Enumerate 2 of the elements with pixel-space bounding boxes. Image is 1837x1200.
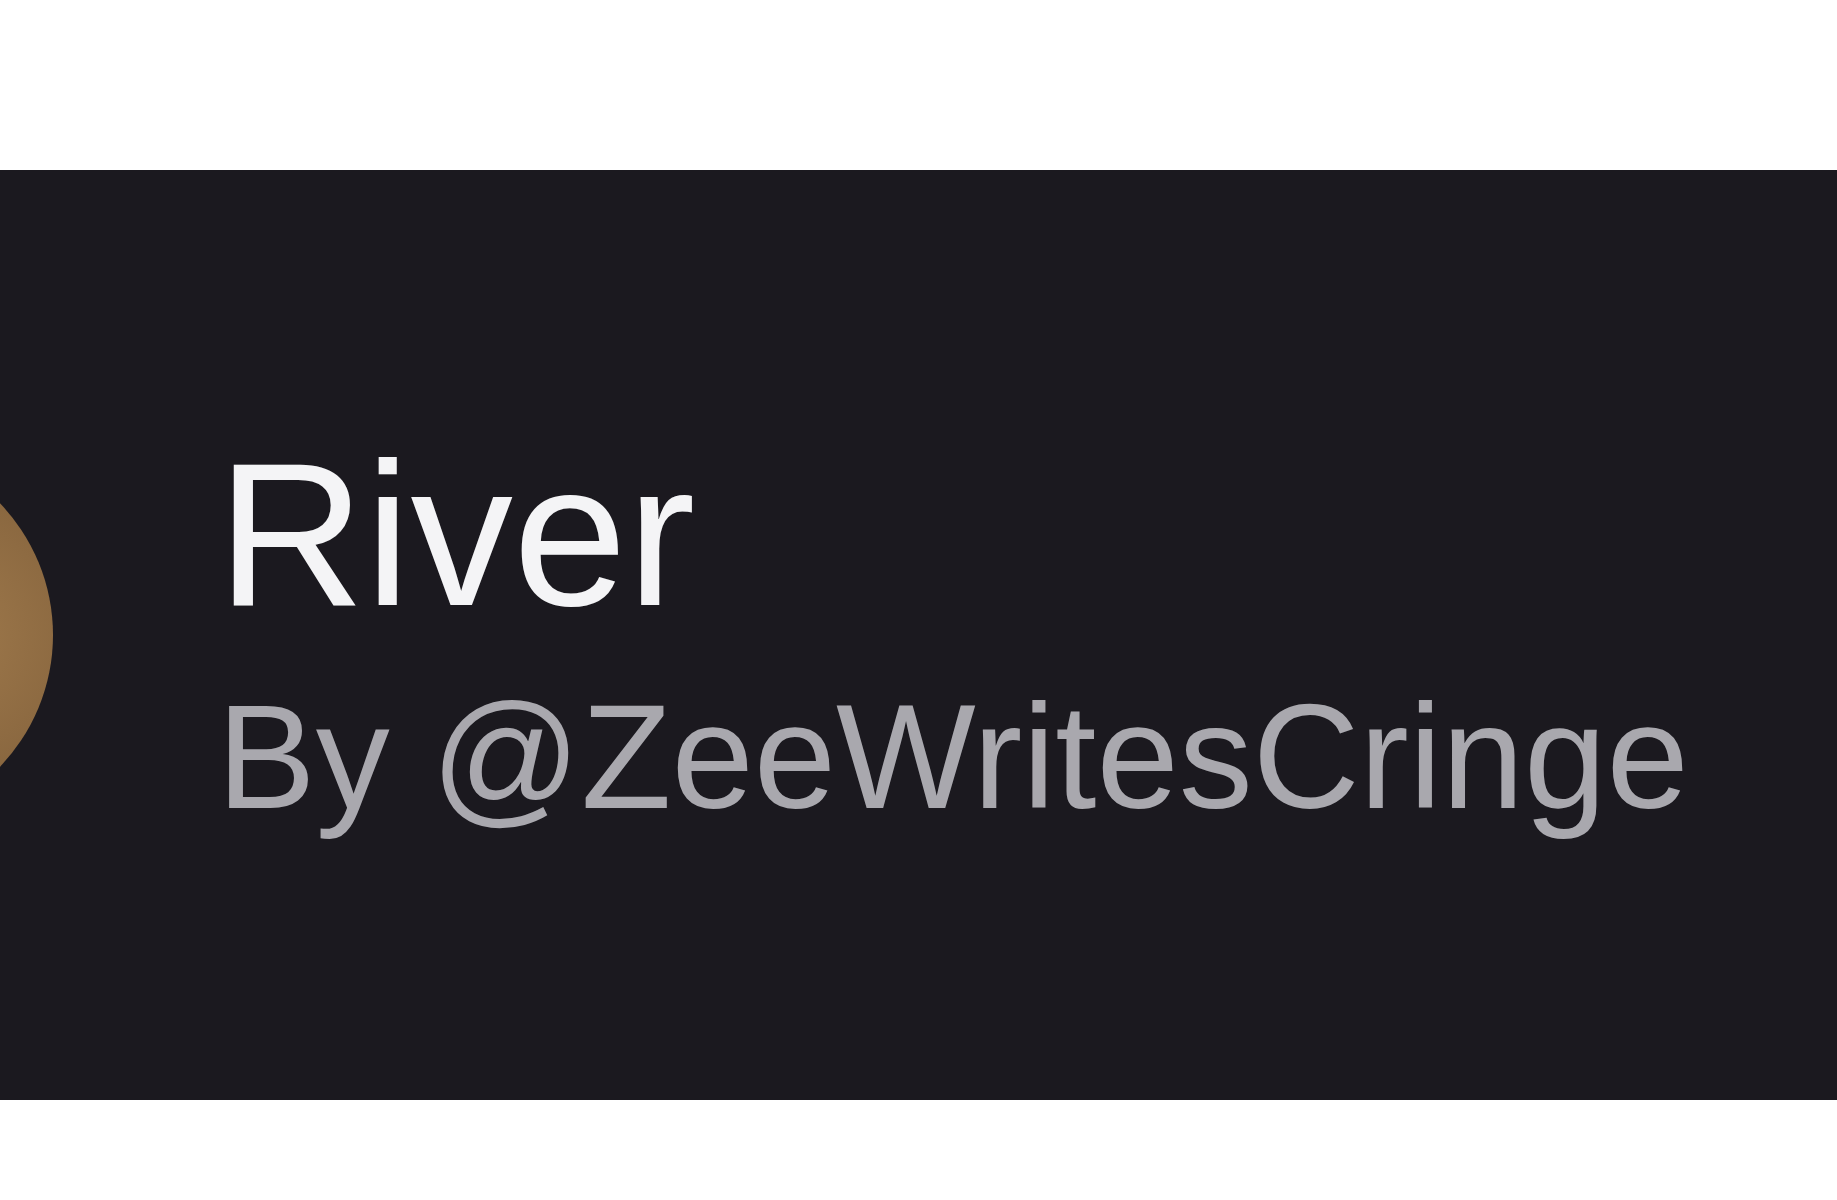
story-title: River: [217, 431, 697, 637]
author-byline: By @ZeeWritesCringe: [217, 676, 1689, 839]
